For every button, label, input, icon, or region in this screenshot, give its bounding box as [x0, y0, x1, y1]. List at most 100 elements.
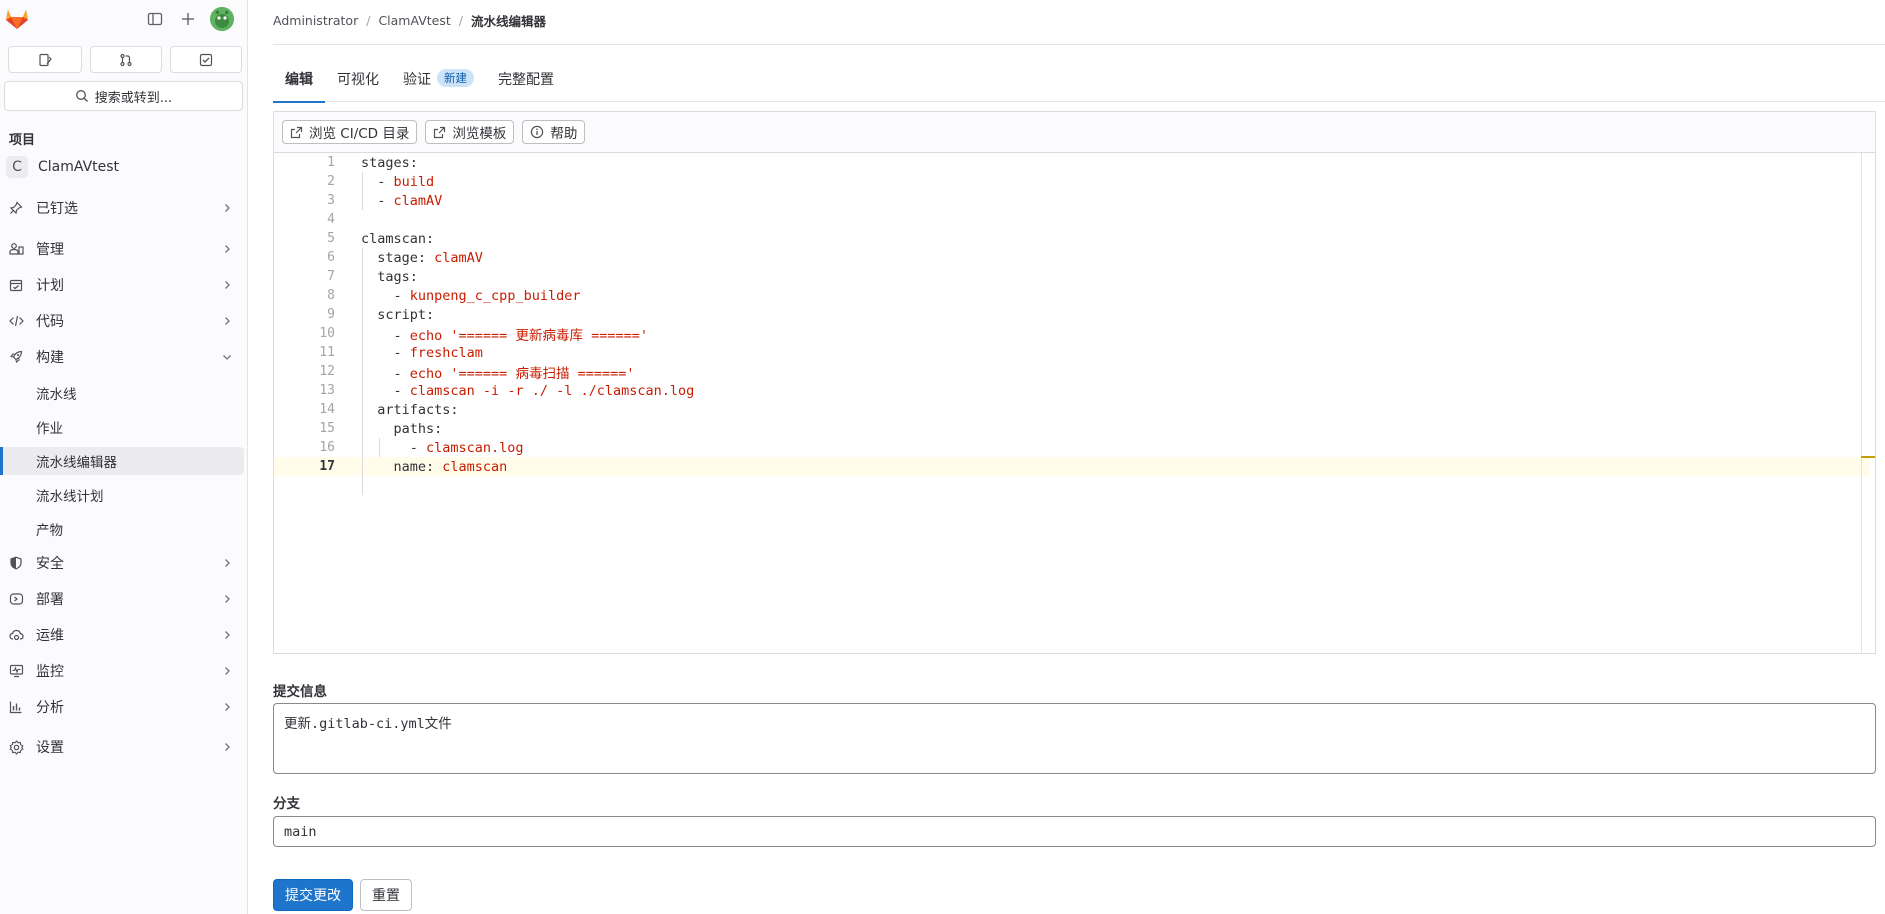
code-key: name: — [361, 458, 443, 475]
rocket-icon — [6, 350, 26, 364]
browse-catalog-button[interactable]: 浏览 CI/CD 目录 — [282, 120, 418, 144]
line-number: 9 — [327, 307, 335, 322]
nav-label: 安全 — [36, 556, 64, 572]
chevron-right-icon — [222, 742, 232, 752]
nav-label: 监控 — [36, 664, 64, 680]
search-button[interactable]: 搜索或转到... — [4, 81, 243, 111]
button-label: 帮助 — [550, 126, 578, 142]
editor-scrollbar[interactable] — [1861, 153, 1875, 653]
nav-label: 构建 — [36, 350, 64, 366]
nav-item-secure[interactable]: 安全 — [4, 549, 244, 577]
chevron-down-icon — [222, 352, 232, 362]
code-line: 13 - clamscan -i -r ./ -l ./clamscan.log — [274, 381, 1869, 400]
code-value: clamAV — [393, 192, 443, 209]
nav-item-settings[interactable]: 设置 — [4, 733, 244, 761]
breadcrumb-item-admin[interactable]: Administrator — [273, 13, 358, 28]
nav-item-code[interactable]: 代码 — [4, 307, 244, 335]
nav-item-analyze[interactable]: 分析 — [4, 693, 244, 721]
tab-validate[interactable]: 验证 新建 — [391, 60, 486, 102]
project-name: ClamAVtest — [38, 159, 120, 175]
sub-item-jobs[interactable]: 作业 — [0, 413, 244, 441]
todo-icon — [199, 53, 213, 66]
code-text: tags: — [361, 269, 418, 285]
nav-label: 管理 — [36, 242, 64, 258]
code-key: - — [361, 365, 410, 382]
nav-label: 部署 — [36, 592, 64, 608]
sidebar-toggle-icon[interactable] — [144, 8, 166, 30]
code-text: - build — [361, 174, 434, 190]
help-button[interactable]: 帮助 — [522, 120, 586, 144]
tab-edit[interactable]: 编辑 — [273, 60, 325, 103]
nav-item-build[interactable]: 构建 — [4, 343, 244, 371]
tab-visualize[interactable]: 可视化 — [325, 60, 391, 102]
project-link[interactable]: C ClamAVtest — [4, 155, 243, 179]
external-link-icon — [434, 126, 446, 138]
nav-item-monitor[interactable]: 监控 — [4, 657, 244, 685]
gitlab-logo-icon[interactable] — [4, 6, 30, 30]
code-line: 5 clamscan: — [274, 229, 1869, 248]
nav-item-manage[interactable]: 管理 — [4, 235, 244, 263]
code-text: artifacts: — [361, 401, 459, 418]
nav-label: 计划 — [36, 278, 64, 294]
sub-item-pipeline-editor[interactable]: 流水线编辑器 — [0, 447, 244, 475]
merge-request-icon — [120, 53, 132, 66]
line-number: 15 — [319, 421, 335, 436]
code-icon — [6, 314, 26, 328]
issues-button[interactable] — [8, 46, 82, 73]
breadcrumb-separator: / — [458, 13, 464, 28]
commit-changes-button[interactable]: 提交更改 — [273, 879, 353, 911]
code-line: 11 - freshclam — [274, 343, 1869, 362]
commit-message-input[interactable]: 更新.gitlab-ci.yml文件 — [273, 703, 1876, 774]
nav-item-operate[interactable]: 运维 — [4, 621, 244, 649]
tab-label: 完整配置 — [498, 72, 554, 88]
sub-item-artifacts[interactable]: 产物 — [0, 515, 244, 543]
code-text: - clamscan -i -r ./ -l ./clamscan.log — [361, 382, 695, 399]
branch-input[interactable]: main — [273, 816, 1876, 847]
nav-item-deploy[interactable]: 部署 — [4, 585, 244, 613]
sub-item-pipeline-schedules[interactable]: 流水线计划 — [0, 481, 244, 509]
nav-item-plan[interactable]: 计划 — [4, 271, 244, 299]
code-key: - — [361, 327, 410, 344]
reset-button[interactable]: 重置 — [360, 879, 412, 911]
chevron-right-icon — [222, 280, 232, 290]
code-value: clamAV — [434, 249, 483, 266]
code-text: clamscan: — [361, 231, 434, 247]
code-line: 7 tags: — [274, 267, 1869, 286]
code-line: 3 - clamAV — [274, 191, 1869, 210]
code-key: tags: — [361, 268, 418, 285]
indent-guide — [362, 248, 363, 495]
code-value: echo '====== 病毒扫描 ======' — [409, 365, 635, 382]
code-value: freshclam — [409, 344, 483, 361]
nav-label: 代码 — [36, 314, 64, 330]
nav-item-pinned[interactable]: 已钉选 — [4, 194, 244, 222]
breadcrumb-item-project[interactable]: ClamAVtest — [378, 13, 450, 28]
code-editor[interactable]: 17 name: clamscan 16 - clamscan.log 15 pat… — [274, 153, 1875, 653]
avatar[interactable] — [210, 7, 234, 31]
todo-button[interactable] — [170, 46, 242, 73]
chevron-right-icon — [222, 666, 232, 676]
plus-icon[interactable] — [177, 8, 199, 30]
chevron-right-icon — [222, 594, 232, 604]
code-line: 12 - echo '====== 病毒扫描 ======' — [274, 362, 1869, 382]
merge-requests-button[interactable] — [90, 46, 162, 73]
search-label: 搜索或转到... — [94, 90, 173, 106]
chevron-right-icon — [222, 244, 232, 254]
breadcrumb-item-current[interactable]: 流水线编辑器 — [471, 11, 546, 30]
sub-item-pipelines[interactable]: 流水线 — [0, 379, 244, 407]
browse-templates-button[interactable]: 浏览模板 — [425, 120, 515, 144]
line-number: 6 — [327, 250, 335, 265]
external-link-icon — [290, 126, 303, 138]
code-key: script: — [361, 306, 435, 323]
code-line: 1 stages: — [274, 153, 1869, 172]
monitor-icon — [6, 664, 26, 678]
line-number: 2 — [327, 174, 335, 189]
code-line: 9 script: — [274, 305, 1869, 324]
nav-label: 运维 — [36, 628, 64, 644]
code-key: artifacts: — [361, 401, 459, 418]
code-key: stage: — [361, 249, 435, 266]
tab-full-config[interactable]: 完整配置 — [486, 60, 566, 102]
code-text: - freshclam — [361, 345, 483, 361]
code-text: script: — [361, 307, 434, 323]
code-value: clamscan -i -r ./ -l ./clamscan.log — [409, 382, 695, 399]
issues-icon — [39, 53, 52, 66]
